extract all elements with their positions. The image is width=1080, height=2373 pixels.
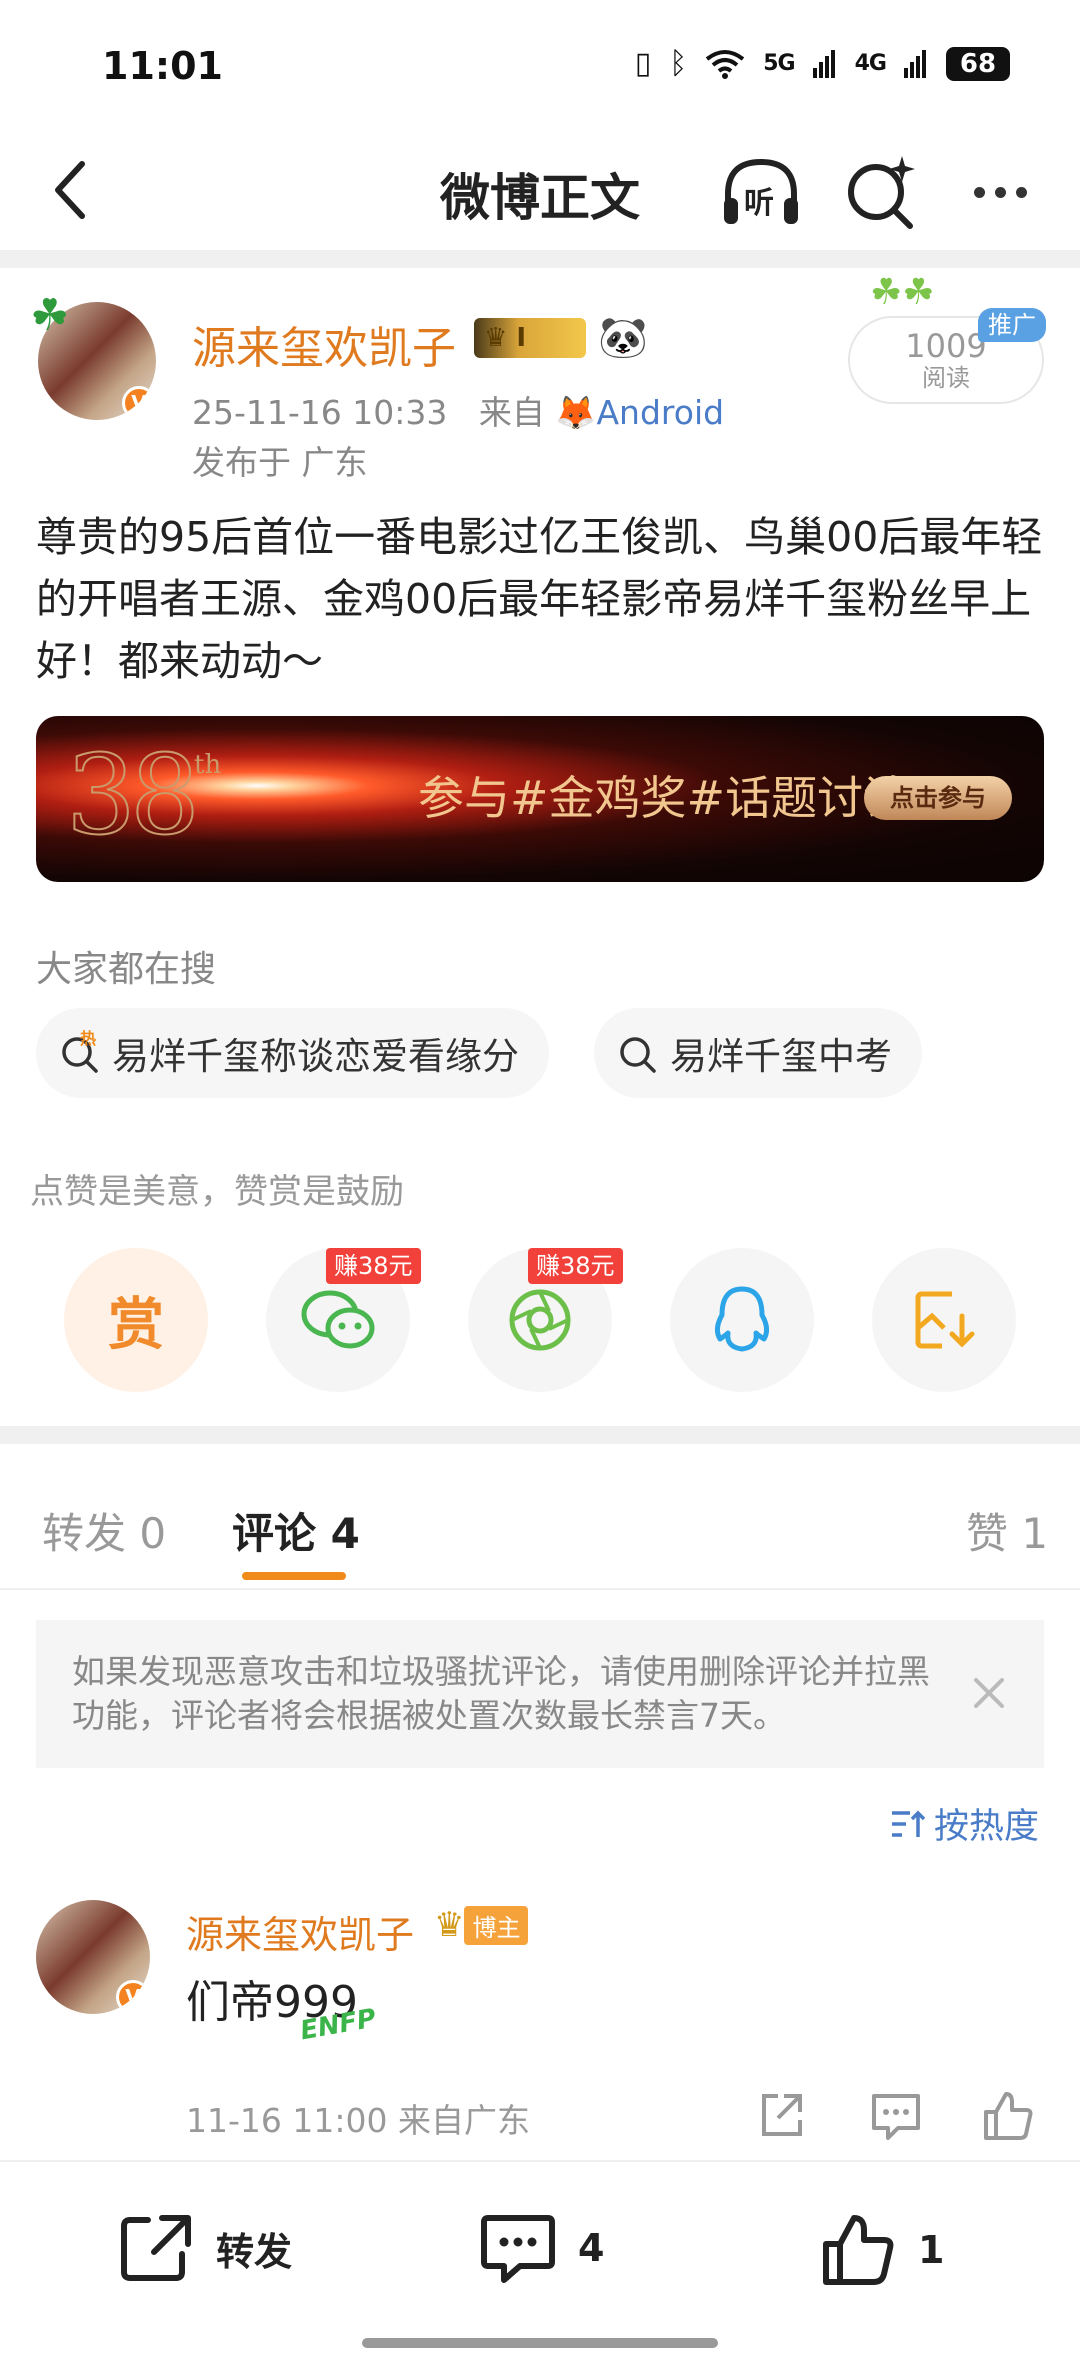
wifi-icon [706,49,745,79]
more-options-button[interactable] [960,152,1040,232]
thumbs-up-icon [823,2215,894,2285]
comment-notice: 如果发现恶意攻击和垃圾骚扰评论，请使用删除评论并拉黑功能，评论者将会根据被处置次… [36,1620,1044,1768]
earn-tag: 赚38元 [326,1248,421,1284]
notice-close-button[interactable] [964,1668,1014,1718]
level-badge-text: I [516,323,527,353]
source-client[interactable]: Android [596,393,724,432]
hot-badge: 热 [80,1029,97,1048]
wechat-icon [301,1290,375,1349]
bluetooth-icon: ᛒ [669,46,688,81]
clover-decoration-icon: ☘ [30,290,70,341]
trending-chip[interactable]: 热 易烊千玺称谈恋爱看缘分 [36,1008,549,1098]
repost-button[interactable]: 转发 [118,2212,292,2284]
signal-bars-icon [904,49,926,78]
interaction-tabs: 转发 0 评论 4 赞 1 [0,1460,1080,1590]
crown-icon: ♛ [484,323,517,353]
listen-button[interactable]: 听 [718,152,804,232]
sort-icon [892,1810,926,1837]
verified-badge-icon: V [122,386,156,420]
leaves-decoration-icon: ☘☘ [870,272,935,313]
moments-icon [509,1289,571,1351]
like-count: 1 [918,2228,945,2272]
dot-icon [973,186,985,198]
comment-bubble-icon [481,2215,555,2283]
trending-chip-label: 易烊千玺称谈恋爱看缘分 [112,1035,519,1078]
source-prefix: 来自 [478,393,545,432]
notice-text: 如果发现恶意攻击和垃圾骚扰评论，请使用删除评论并拉黑功能，评论者将会根据被处置次… [72,1652,930,1735]
banner-number: 38 [65,730,201,860]
search-sparkle-icon [848,156,915,229]
search-button[interactable] [840,152,920,232]
post-timestamp: 25-11-16 10:33 [192,393,448,432]
listen-label: 听 [744,186,774,221]
search-icon [618,1033,658,1073]
commenter-avatar[interactable]: V [36,1900,150,2014]
comment-count: 4 [578,2226,605,2270]
comment-share-button[interactable] [754,2088,810,2144]
reward-tip: 点赞是美意，赞赏是鼓励 [30,1172,404,1212]
dot-icon [1015,186,1027,198]
signal-4g-icon: 4G [854,51,887,76]
section-divider [0,1426,1080,1444]
tab-likes[interactable]: 赞 1 [966,1500,1048,1561]
comment-button[interactable]: 4 [480,2212,604,2284]
sort-label: 按热度 [934,1807,1040,1847]
active-tab-indicator [242,1572,346,1580]
repost-label: 转发 [216,2229,293,2274]
status-bar: 11:01 ▯ ᛒ 5G 4G 68 [0,0,1080,130]
vibrate-icon: ▯ [634,46,652,81]
top-navigation-bar: 微博正文 听 [0,130,1080,250]
sort-by-hot-button[interactable]: 按热度 [890,1798,1039,1849]
save-image-icon [915,1291,975,1349]
trending-heading: 大家都在搜 [36,949,217,990]
read-label: 阅读 [922,364,970,392]
promo-tag: 推广 [978,308,1046,342]
banner-suffix: th [194,750,222,780]
like-button[interactable]: 1 [820,2212,944,2288]
banner-text: 参与#金鸡奖#话题讨论 [418,771,910,825]
comment-icon [872,2094,920,2140]
repost-icon [121,2215,191,2281]
blogger-badge-text: 博主 [464,1905,529,1945]
status-icons: ▯ ᛒ 5G 4G 68 [635,46,1010,81]
verified-badge-icon: V [116,1980,150,2014]
trending-chip-label: 易烊千玺中考 [670,1035,892,1078]
blogger-badge: ♛ 博主 [434,1905,529,1945]
share-qq-button[interactable] [670,1248,814,1392]
comment-meta: 11-16 11:00 来自广东 [186,2101,530,2140]
section-divider [0,250,1080,268]
post-body-text: 尊贵的95后首位一番电影过亿王俊凯、鸟巢00后最年轻的开唱者王源、金鸡00后最年… [36,513,1043,685]
hot-search-icon: 热 [60,1029,100,1073]
post-meta: 25-11-16 10:33 来自 🦊Android [192,386,724,434]
thumbs-up-icon [984,2092,1033,2140]
status-time: 11:01 [102,44,223,88]
topic-banner[interactable]: 38 th 参与#金鸡奖#话题讨论 点击参与 [36,716,1044,882]
save-image-button[interactable] [872,1248,1016,1392]
post-location: 发布于 广东 [192,443,368,482]
share-arrow-icon [762,2094,802,2136]
reward-label: 赏 [108,1292,164,1358]
close-icon [974,1678,1004,1708]
battery-indicator: 68 [946,46,1010,81]
home-indicator[interactable] [362,2338,718,2348]
comment-reply-button[interactable] [868,2088,924,2144]
signal-bars-icon [812,49,835,78]
member-level-badge[interactable]: ♛ I [474,318,586,358]
panda-badge-icon: 🐼 [598,315,648,361]
trending-chip[interactable]: 易烊千玺中考 [594,1008,922,1098]
author-name[interactable]: 源来玺欢凯子 [192,312,456,376]
qq-penguin-icon [714,1286,770,1352]
fox-icon: 🦊 [555,393,597,432]
earn-tag: 赚38元 [528,1248,623,1284]
reward-button[interactable]: 赏 [64,1248,208,1392]
banner-join-button[interactable]: 点击参与 [864,776,1012,820]
dot-icon [994,186,1006,198]
comment-author[interactable]: 源来玺欢凯子 [186,1904,414,1959]
signal-5g-icon: 5G [763,51,795,76]
tab-reposts[interactable]: 转发 0 [42,1500,166,1561]
crown-icon: ♛ [434,1905,465,1945]
tab-comments[interactable]: 评论 4 [232,1500,360,1561]
comment-like-button[interactable] [980,2088,1036,2144]
